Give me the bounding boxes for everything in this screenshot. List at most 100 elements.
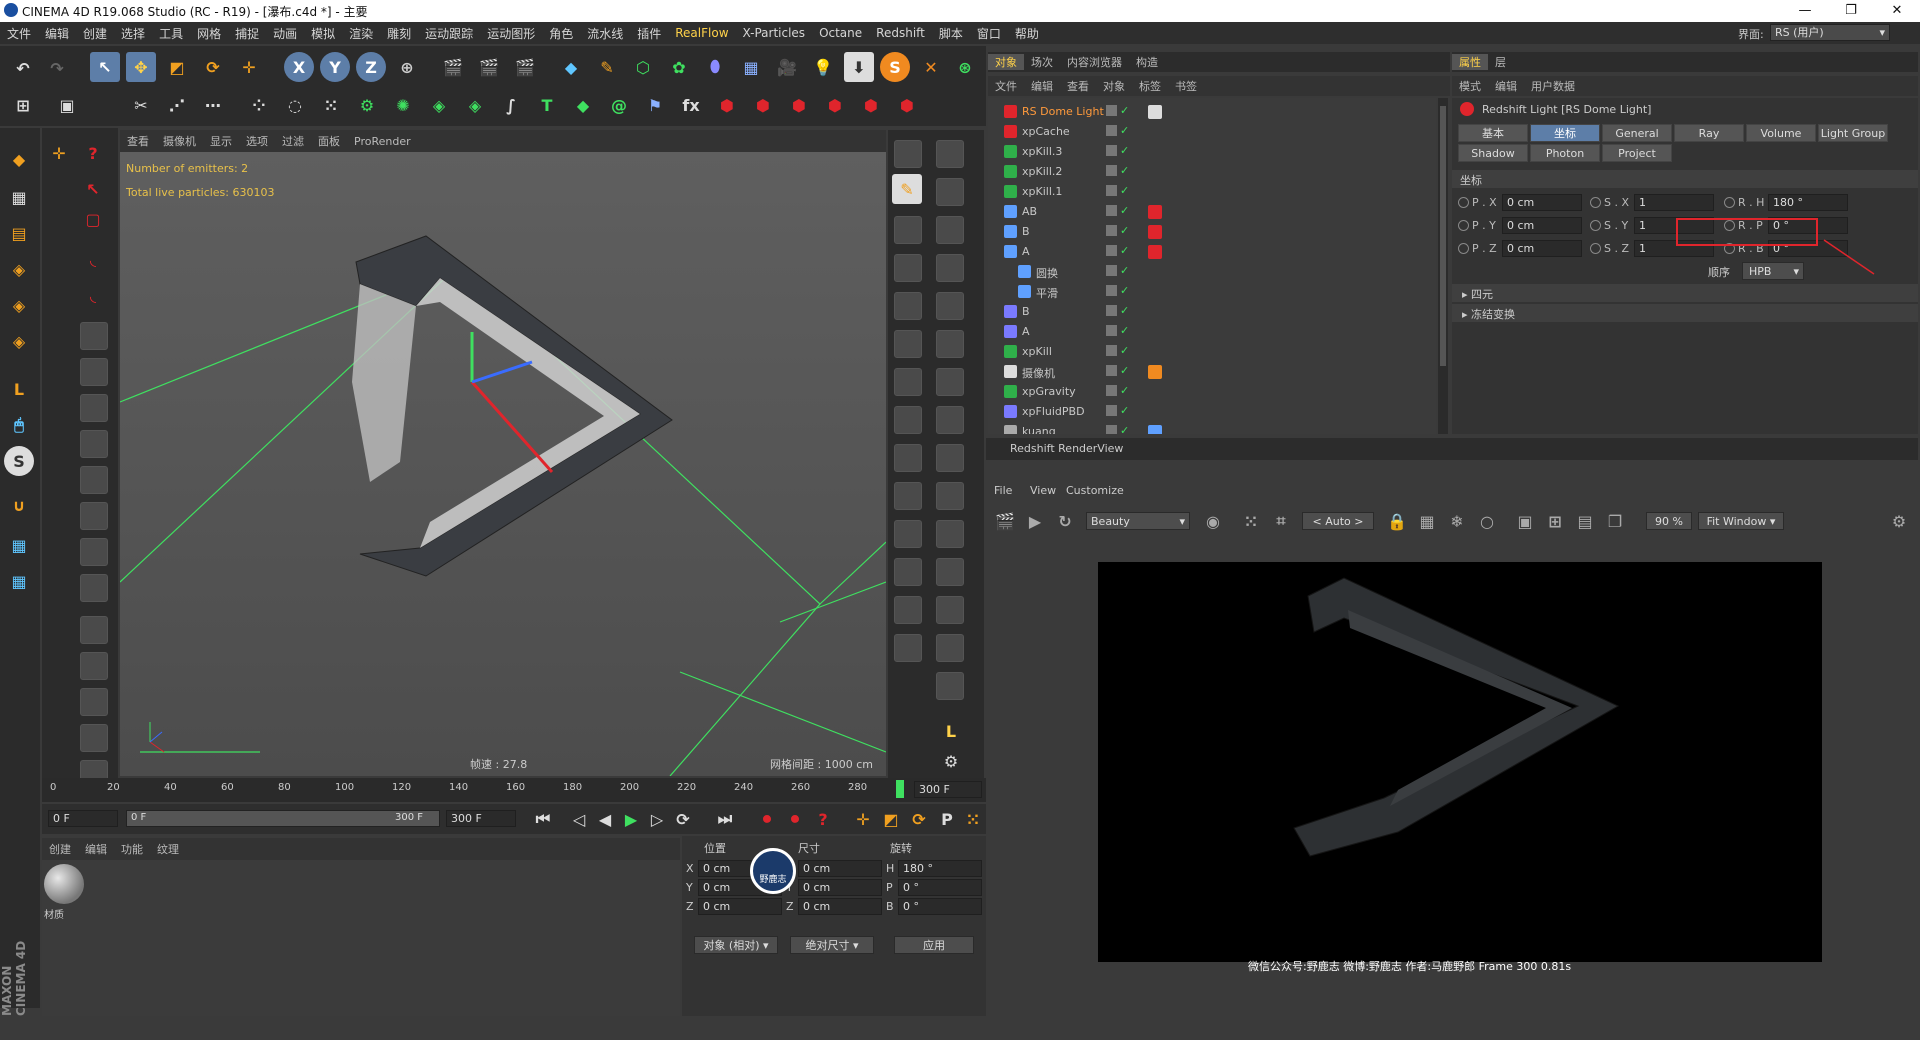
material-swatch[interactable] xyxy=(44,864,84,904)
tiles-icon[interactable]: ▦ xyxy=(1412,506,1442,536)
visibility-check-icon[interactable]: ✓ xyxy=(1120,384,1129,397)
p-field[interactable]: 0 cm xyxy=(1502,240,1582,257)
xp-question-icon[interactable]: ⚙ xyxy=(352,90,382,120)
rs-camera-icon[interactable]: ⬢ xyxy=(820,90,850,120)
knife-icon[interactable]: ✂ xyxy=(126,90,156,120)
light-icon[interactable]: 💡 xyxy=(808,52,838,82)
p-field[interactable]: 0 cm xyxy=(1502,194,1582,211)
object-row[interactable]: xpGravity ✓ xyxy=(988,382,1428,402)
strip-slot-16[interactable] xyxy=(894,444,922,472)
next-key-icon[interactable]: ⟳ xyxy=(668,804,698,834)
layer-icon[interactable] xyxy=(1106,325,1117,336)
extrude-icon[interactable]: ⋯ xyxy=(198,90,228,120)
menu-item[interactable]: 角色 xyxy=(542,25,580,42)
coordinate-system-icon[interactable]: ⊕ xyxy=(392,52,422,82)
strip-slot-23[interactable] xyxy=(936,558,964,586)
object-row[interactable]: 摄像机 ✓ xyxy=(988,362,1428,382)
tool-slot-12[interactable] xyxy=(80,724,108,752)
om-menu-item[interactable]: 对象 xyxy=(1096,78,1132,94)
layer-icon[interactable] xyxy=(1106,245,1117,256)
rotation-field[interactable]: 0 ° xyxy=(898,879,982,896)
menu-item[interactable]: 插件 xyxy=(630,25,668,42)
viewport-menu-item[interactable]: 过滤 xyxy=(275,133,311,149)
add-snapshot-icon[interactable]: ⊞ xyxy=(1540,506,1570,536)
strip-slot-8[interactable] xyxy=(894,292,922,320)
pv-icon[interactable]: ▤ xyxy=(1570,506,1600,536)
subtab[interactable]: 坐标 xyxy=(1530,124,1600,142)
layer-icon[interactable] xyxy=(1106,165,1117,176)
object-row[interactable]: B ✓ xyxy=(988,302,1428,322)
menu-item[interactable]: 模拟 xyxy=(304,25,342,42)
strip-slot-24[interactable] xyxy=(894,596,922,624)
strip-slot-17[interactable] xyxy=(936,444,964,472)
record-icon[interactable]: ⏺ xyxy=(752,804,782,834)
strip-slot-6[interactable] xyxy=(894,254,922,282)
strip-slot-19[interactable] xyxy=(936,482,964,510)
strip-slot-4[interactable] xyxy=(894,216,922,244)
object-row[interactable]: 平滑 ✓ xyxy=(988,282,1428,302)
layer-icon[interactable] xyxy=(1106,385,1117,396)
size-field[interactable]: 0 cm xyxy=(798,860,882,877)
live-select-icon[interactable]: ✛ xyxy=(234,52,264,82)
menu-item[interactable]: Octane xyxy=(812,26,869,40)
x-axis-handle[interactable] xyxy=(470,381,554,473)
layout-switch-icon[interactable]: L xyxy=(936,716,966,746)
om-menu-item[interactable]: 标签 xyxy=(1132,78,1168,94)
visibility-check-icon[interactable]: ✓ xyxy=(1120,184,1129,197)
layer-icon[interactable] xyxy=(1106,185,1117,196)
snowflake-icon[interactable]: ❄ xyxy=(1442,506,1472,536)
om-tab[interactable]: 构造 xyxy=(1129,54,1165,70)
object-row[interactable]: xpFluidPBD ✓ xyxy=(988,402,1428,422)
subtab[interactable]: Photon xyxy=(1530,144,1600,162)
layer-icon[interactable] xyxy=(1106,105,1117,116)
object-row[interactable]: A ✓ xyxy=(988,322,1428,342)
viewport-menu-item[interactable]: 选项 xyxy=(239,133,275,149)
rotation-field[interactable]: 180 ° xyxy=(898,860,982,877)
s-tool-icon[interactable]: S xyxy=(4,446,34,476)
strip-slot-25[interactable] xyxy=(936,596,964,624)
visibility-check-icon[interactable]: ✓ xyxy=(1120,324,1129,337)
size-mode-select[interactable]: 绝对尺寸 ▾ xyxy=(790,936,874,954)
object-tree-scrollbar[interactable] xyxy=(1438,98,1448,434)
menu-item[interactable]: X-Particles xyxy=(736,26,813,40)
om-tab[interactable]: 场次 xyxy=(1024,54,1060,70)
om-tab[interactable]: 对象 xyxy=(988,54,1024,70)
s-radio[interactable] xyxy=(1590,220,1601,231)
menu-item[interactable]: 编辑 xyxy=(38,25,76,42)
attr-tab[interactable]: 层 xyxy=(1488,54,1513,70)
menu-item[interactable]: 创建 xyxy=(76,25,114,42)
object-tag-icon[interactable] xyxy=(1148,365,1162,379)
goto-end-icon[interactable]: ⏭ xyxy=(710,804,740,834)
layer-icon[interactable] xyxy=(1106,285,1117,296)
object-row[interactable]: AB ✓ xyxy=(988,202,1428,222)
object-row[interactable]: B ✓ xyxy=(988,222,1428,242)
strip-slot-5[interactable] xyxy=(936,216,964,244)
close-button[interactable]: ✕ xyxy=(1874,0,1920,22)
key-scale-icon[interactable]: ◩ xyxy=(876,804,906,834)
aov-select[interactable]: Beauty ▾ xyxy=(1086,512,1190,530)
points-icon[interactable]: ⁘ xyxy=(244,90,274,120)
strip-slot-11[interactable] xyxy=(936,330,964,358)
object-row[interactable]: xpKill ✓ xyxy=(988,342,1428,362)
menu-item[interactable]: 网格 xyxy=(190,25,228,42)
snap-icon[interactable]: ∪ xyxy=(4,490,34,520)
bridge-icon[interactable]: ⋰ xyxy=(162,90,192,120)
frame-range-slider[interactable]: 0 F 300 F xyxy=(126,810,440,827)
subtab[interactable]: Volume xyxy=(1746,124,1816,142)
points-mode-icon[interactable]: ◈ xyxy=(4,254,34,284)
download-icon[interactable]: ⬇ xyxy=(844,52,874,82)
layer-icon[interactable] xyxy=(1106,405,1117,416)
attr-menu-item[interactable]: 用户数据 xyxy=(1524,78,1582,94)
strip-slot-1[interactable] xyxy=(894,140,922,168)
lock-icon[interactable]: 🔒 xyxy=(1382,506,1412,536)
visibility-check-icon[interactable]: ✓ xyxy=(1120,364,1129,377)
help-icon[interactable]: ? xyxy=(78,138,108,168)
camera-icon[interactable]: 🎥 xyxy=(772,52,802,82)
maximize-button[interactable]: ❐ xyxy=(1828,0,1874,22)
tool-slot-2[interactable] xyxy=(80,358,108,386)
visibility-check-icon[interactable]: ✓ xyxy=(1120,224,1129,237)
s-field[interactable]: 1 xyxy=(1634,194,1714,211)
p-radio[interactable] xyxy=(1458,197,1469,208)
object-row[interactable]: xpKill.1 ✓ xyxy=(988,182,1428,202)
xp-cube2-icon[interactable]: ◈ xyxy=(460,90,490,120)
